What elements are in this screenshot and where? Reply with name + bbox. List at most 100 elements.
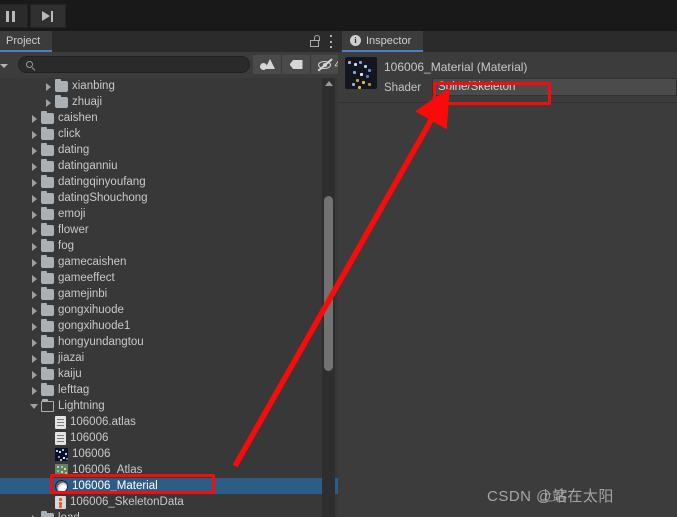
tree-row[interactable]: xianbing: [0, 78, 338, 94]
search-icon: [26, 61, 33, 68]
tree-row-label: fog: [58, 240, 74, 252]
folder-icon: [41, 142, 54, 156]
chevron-right-icon[interactable]: [30, 194, 39, 203]
tree-row-label: 106006: [70, 432, 109, 444]
tree-row-label: gongxihuode1: [58, 320, 131, 332]
tree-row[interactable]: datingqinyoufang: [0, 174, 338, 190]
chevron-right-icon[interactable]: [30, 130, 39, 139]
tree-row[interactable]: 106006.atlas: [0, 414, 338, 430]
tree-row[interactable]: zhuaji: [0, 94, 338, 110]
tree-row[interactable]: dating: [0, 142, 338, 158]
folder-icon: [55, 78, 68, 92]
tree-row[interactable]: 106006: [0, 446, 338, 462]
tree-row[interactable]: gongxihuode: [0, 302, 338, 318]
chevron-right-icon[interactable]: [44, 98, 53, 107]
file-icon: [55, 415, 66, 429]
tree-row-label: 106006_Material: [72, 480, 158, 492]
pause-button[interactable]: [0, 4, 28, 28]
tree-row-selected[interactable]: 106006_Material: [0, 478, 338, 494]
scrollbar-thumb[interactable]: [324, 196, 333, 371]
shapes-filter-icon: [260, 58, 275, 71]
chevron-down-icon[interactable]: [30, 402, 39, 411]
chevron-right-icon[interactable]: [30, 354, 39, 363]
tree-row[interactable]: gongxihuode1: [0, 318, 338, 334]
tree-row[interactable]: hongyundangtou: [0, 334, 338, 350]
chevron-right-icon[interactable]: [30, 258, 39, 267]
chevron-right-icon[interactable]: [30, 146, 39, 155]
chevron-right-icon[interactable]: [30, 322, 39, 331]
folder-icon: [41, 126, 54, 140]
chevron-right-icon[interactable]: [30, 114, 39, 123]
tree-row-label: dating: [58, 144, 90, 156]
material-header: 106006_Material (Material) Shader Spine/…: [338, 52, 677, 103]
chevron-right-icon[interactable]: [30, 274, 39, 283]
tree-row-label: gamejinbi: [58, 288, 108, 300]
step-button[interactable]: [30, 4, 66, 28]
tab-inspector[interactable]: i Inspector: [342, 31, 424, 52]
chevron-right-icon[interactable]: [30, 370, 39, 379]
lock-icon[interactable]: [310, 35, 320, 47]
tab-project[interactable]: Project: [0, 31, 53, 52]
inspector-tab-label: Inspector: [366, 34, 412, 47]
tree-row[interactable]: flower: [0, 222, 338, 238]
tree-row[interactable]: emoji: [0, 206, 338, 222]
chevron-right-icon[interactable]: [30, 242, 39, 251]
chevron-right-icon[interactable]: [30, 162, 39, 171]
tree-row-label: gongxihuode: [58, 304, 124, 316]
tree-row[interactable]: datingShouchong: [0, 190, 338, 206]
tree-row[interactable]: Lightning: [0, 398, 338, 414]
tree-row-label: gameeffect: [58, 272, 115, 284]
folder-icon: [41, 382, 54, 396]
folder-icon: [41, 302, 54, 316]
material-preview-thumbnail: [345, 57, 377, 89]
project-search-row: 4: [0, 52, 347, 79]
pause-icon: [5, 10, 15, 22]
project-tree[interactable]: xianbing zhuaji caishen click dating datingan…: [0, 78, 338, 517]
tree-row[interactable]: click: [0, 126, 338, 142]
tree-row[interactable]: kaiju: [0, 366, 338, 382]
search-input[interactable]: [18, 56, 250, 73]
chevron-down-icon[interactable]: [0, 64, 8, 68]
tree-row[interactable]: gamecaishen: [0, 254, 338, 270]
chevron-right-icon[interactable]: [30, 210, 39, 219]
chevron-right-icon[interactable]: [30, 386, 39, 395]
unity-editor-window: Project xianbing zhuaji caishen click da…: [0, 0, 677, 517]
tree-row[interactable]: fog: [0, 238, 338, 254]
folder-icon: [41, 334, 54, 348]
folder-icon: [41, 174, 54, 188]
tree-row[interactable]: gameeffect: [0, 270, 338, 286]
shader-label: Shader: [384, 82, 422, 94]
scroll-up-arrow-icon[interactable]: [325, 81, 333, 86]
tree-row-label: 106006: [72, 448, 111, 460]
folder-icon: [41, 350, 54, 364]
tree-row[interactable]: jiazai: [0, 350, 338, 366]
project-scrollbar[interactable]: [322, 78, 335, 517]
tree-row-label: click: [58, 128, 81, 140]
tree-row[interactable]: 106006_SkeletonData: [0, 494, 338, 510]
chevron-right-icon[interactable]: [30, 514, 39, 517]
project-filter-buttons: 4: [253, 55, 347, 74]
tree-row[interactable]: caishen: [0, 110, 338, 126]
project-tab-tools: [310, 34, 332, 48]
tree-row[interactable]: load: [0, 510, 338, 517]
folder-icon: [41, 510, 54, 517]
chevron-right-icon[interactable]: [30, 178, 39, 187]
kebab-menu-icon[interactable]: [329, 34, 332, 48]
tree-row[interactable]: 106006: [0, 430, 338, 446]
tree-row-label: gamecaishen: [58, 256, 127, 268]
chevron-right-icon[interactable]: [30, 226, 39, 235]
filter-by-type-button[interactable]: [253, 55, 282, 74]
chevron-right-icon[interactable]: [30, 290, 39, 299]
tree-row[interactable]: 106006_Atlas: [0, 462, 338, 478]
tree-row[interactable]: datinganniu: [0, 158, 338, 174]
chevron-right-icon[interactable]: [30, 338, 39, 347]
tree-row[interactable]: gamejinbi: [0, 286, 338, 302]
filter-by-label-button[interactable]: [282, 55, 311, 74]
chevron-right-icon[interactable]: [44, 82, 53, 91]
chevron-right-icon[interactable]: [30, 306, 39, 315]
tree-row[interactable]: lefttag: [0, 382, 338, 398]
step-forward-icon: [42, 10, 54, 22]
